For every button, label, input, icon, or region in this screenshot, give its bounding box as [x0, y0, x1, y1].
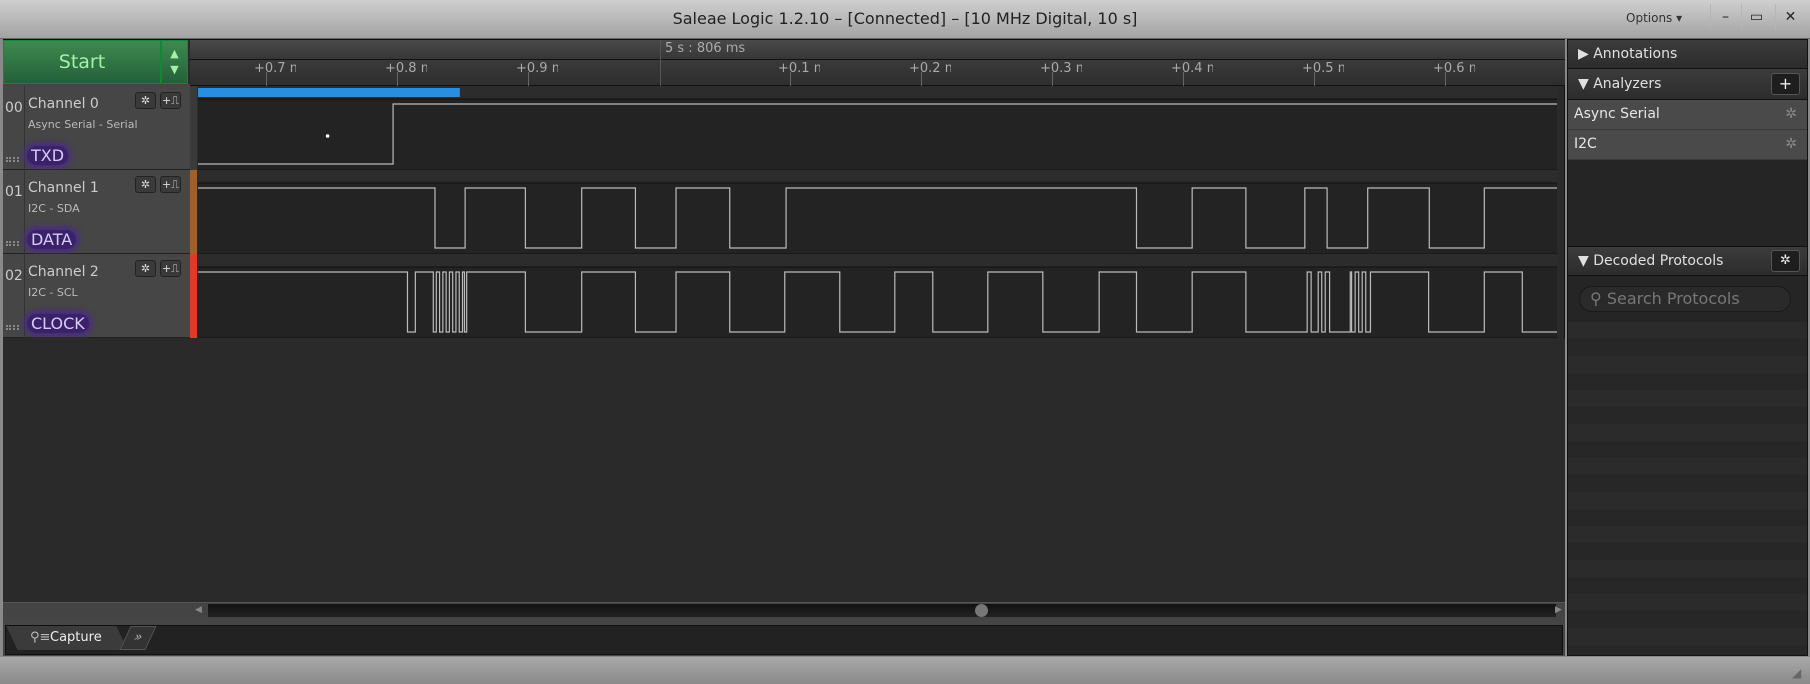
tick-label: +0.5 ms: [1302, 61, 1344, 76]
annotations-label: Annotations: [1593, 46, 1678, 62]
tick-label: +0.6 ms: [1433, 61, 1475, 76]
tick-label: +0.4 ms: [1171, 61, 1213, 76]
analyzer-item[interactable]: Async Serial ✲: [1568, 100, 1807, 130]
tick-label: +0.2 ms: [909, 61, 951, 76]
drag-handle-icon[interactable]: [6, 157, 19, 162]
analyzer-item[interactable]: I2C ✲: [1568, 130, 1807, 160]
tick-label: +0.8 ms: [385, 61, 427, 76]
waveform-area[interactable]: [198, 86, 1557, 338]
search-protocols-input[interactable]: ⚲ Search Protocols: [1579, 286, 1791, 312]
channel-analyzer: I2C - SCL: [28, 286, 78, 299]
start-options-arrows-icon[interactable]: ▲ ▼: [161, 40, 188, 84]
divider: [24, 254, 25, 338]
close-button[interactable]: ✕: [1775, 4, 1805, 30]
capture-search-icon: ⚲≡: [30, 630, 51, 645]
channel-number: 02: [5, 268, 23, 284]
divider: [24, 86, 25, 170]
gear-icon[interactable]: ✲: [1785, 130, 1797, 159]
drag-handle-icon[interactable]: [6, 241, 19, 246]
empty-channel-area: [3, 338, 1565, 602]
channel-settings-gear-icon[interactable]: ✲: [135, 176, 156, 193]
window-title: Saleae Logic 1.2.10 – [Connected] – [10 …: [672, 9, 1138, 28]
channel-label: DATA: [27, 230, 77, 249]
expand-arrow-icon: ▶: [1578, 46, 1594, 62]
maximize-button[interactable]: ▭: [1741, 4, 1771, 30]
annotation-strip: [198, 170, 1557, 183]
channel-label: CLOCK: [27, 314, 89, 333]
divider: [24, 170, 25, 254]
channel-name[interactable]: Channel 2: [28, 264, 99, 280]
channel-analyzer: I2C - SDA: [28, 202, 80, 215]
channel-row[interactable]: 01 Channel 1 ✲ +⎍ I2C - SDA DATA: [3, 170, 190, 254]
trigger-edge-icon[interactable]: +⎍: [160, 260, 181, 277]
collapse-arrow-icon: ▼: [1578, 253, 1594, 269]
selection-bar: [198, 88, 460, 97]
channel-number: 00: [5, 100, 23, 116]
decoded-protocols-label: Decoded Protocols: [1593, 253, 1724, 269]
channel-color-strip: [190, 170, 197, 254]
scroll-left-icon[interactable]: ◀: [195, 605, 202, 615]
tick-label: +0.1 ms: [778, 61, 820, 76]
collapse-arrow-icon: ▼: [1578, 76, 1594, 92]
time-reference: 5 s : 806 ms: [660, 40, 745, 86]
channel-label: TXD: [27, 146, 69, 165]
channel-row[interactable]: 02 Channel 2 ✲ +⎍ I2C - SCL CLOCK: [3, 254, 190, 338]
trigger-edge-icon[interactable]: +⎍: [160, 92, 181, 109]
resize-grip-icon[interactable]: ◢: [1792, 666, 1801, 680]
time-ruler-top: [190, 40, 1565, 60]
tab-capture-label: Capture: [50, 630, 103, 645]
gear-icon[interactable]: ✲: [1785, 100, 1797, 129]
decoded-protocols-list[interactable]: [1568, 322, 1807, 655]
minimize-button[interactable]: –: [1710, 4, 1740, 30]
search-placeholder: Search Protocols: [1606, 289, 1740, 308]
tick-label: +0.3 ms: [1040, 61, 1082, 76]
tick-label: +0.7 ms: [254, 61, 296, 76]
decoded-settings-gear-icon[interactable]: ✲: [1771, 250, 1800, 272]
tab-bar: [5, 625, 1563, 655]
tick-label: +0.9 ms: [516, 61, 558, 76]
scroll-track[interactable]: [208, 604, 1556, 617]
channel-color-strip: [190, 254, 197, 338]
trigger-edge-icon[interactable]: +⎍: [160, 176, 181, 193]
add-analyzer-button[interactable]: +: [1771, 73, 1800, 95]
start-button[interactable]: Start: [3, 40, 161, 84]
channel-settings-gear-icon[interactable]: ✲: [135, 260, 156, 277]
drag-handle-icon[interactable]: [6, 325, 19, 330]
search-icon: ⚲: [1590, 289, 1607, 308]
channel-row[interactable]: 00 Channel 0 ✲ +⎍ Async Serial - Serial …: [3, 86, 190, 170]
options-menu[interactable]: Options ▾: [1626, 11, 1682, 25]
channel-name[interactable]: Channel 1: [28, 180, 99, 196]
analyzers-label: Analyzers: [1593, 76, 1662, 92]
channel-settings-gear-icon[interactable]: ✲: [135, 92, 156, 109]
analyzer-label: I2C: [1574, 136, 1597, 152]
scroll-thumb[interactable]: [975, 604, 988, 617]
channel-analyzer: Async Serial - Serial: [28, 118, 138, 131]
channel-name[interactable]: Channel 0: [28, 96, 99, 112]
mouse-cursor-dot: [325, 134, 330, 138]
waveform-background: [198, 86, 1557, 338]
annotation-strip: [198, 254, 1557, 267]
annotations-header[interactable]: ▶ Annotations: [1568, 40, 1807, 69]
channel-number: 01: [5, 184, 23, 200]
scroll-right-icon[interactable]: ▶: [1555, 605, 1562, 615]
tab-capture[interactable]: ⚲≡ Capture: [6, 626, 128, 650]
status-bar: [0, 657, 1810, 684]
analyzer-label: Async Serial: [1574, 106, 1660, 122]
channel-color-strip: [190, 86, 197, 170]
